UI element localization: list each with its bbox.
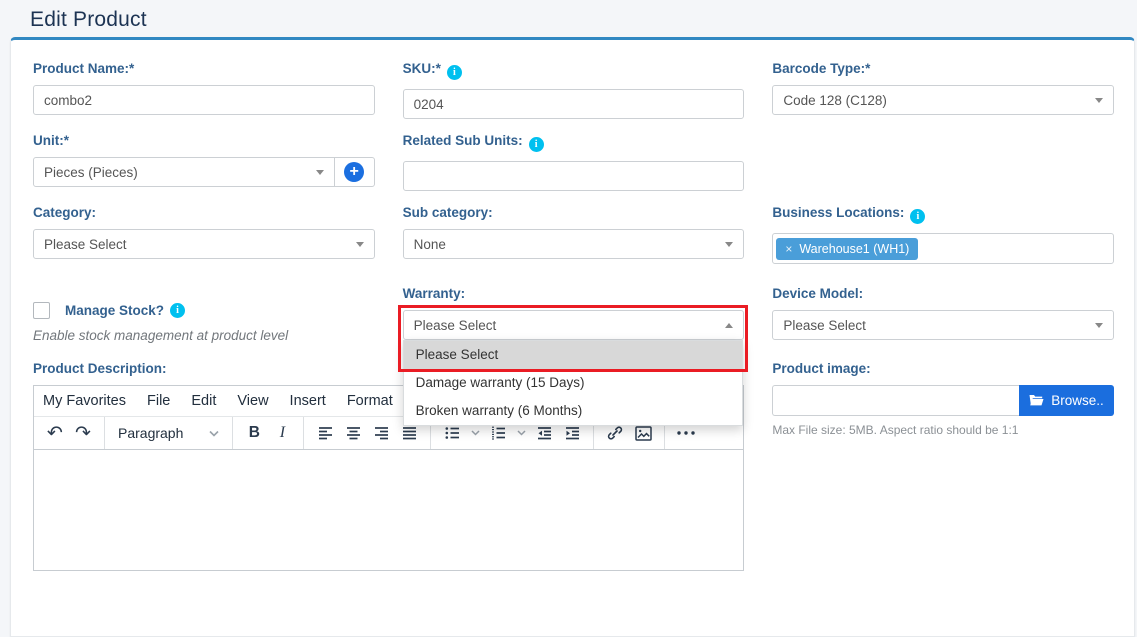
- warranty-field: Warranty: Please Select Please Select Da…: [403, 286, 745, 343]
- info-icon[interactable]: i: [529, 137, 544, 152]
- unit-select[interactable]: Pieces (Pieces): [34, 158, 334, 186]
- warranty-value: Please Select: [414, 318, 497, 333]
- chevron-down-icon: [356, 242, 364, 247]
- product-image-label: Product image:: [772, 361, 1114, 376]
- align-left-icon[interactable]: [313, 421, 337, 445]
- redo-icon[interactable]: ↷: [71, 421, 95, 445]
- align-center-icon[interactable]: [341, 421, 365, 445]
- sub-category-value: None: [414, 237, 446, 252]
- business-locations-multiselect[interactable]: × Warehouse1 (WH1): [772, 233, 1114, 264]
- editor-content-area[interactable]: [34, 450, 743, 570]
- edit-product-card: Product Name:* SKU:* i Barcode Type:* Cod…: [10, 37, 1135, 637]
- browse-button-label: Browse..: [1051, 393, 1104, 408]
- product-image-file-input[interactable]: [772, 385, 1019, 416]
- unit-value: Pieces (Pieces): [44, 165, 138, 180]
- menu-insert[interactable]: Insert: [290, 393, 326, 409]
- device-model-field: Device Model: Please Select: [772, 286, 1114, 343]
- chevron-down-icon: [1095, 98, 1103, 103]
- menu-edit[interactable]: Edit: [191, 393, 216, 409]
- page-title: Edit Product: [0, 0, 1137, 32]
- product-name-field: Product Name:*: [33, 61, 375, 119]
- barcode-type-label: Barcode Type:*: [772, 61, 1114, 76]
- barcode-type-value: Code 128 (C128): [783, 93, 887, 108]
- related-sub-units-input[interactable]: [403, 161, 745, 191]
- business-locations-label: Business Locations:: [772, 205, 904, 220]
- info-icon[interactable]: i: [447, 65, 462, 80]
- folder-open-icon: [1029, 394, 1044, 407]
- menu-my-favorites[interactable]: My Favorites: [43, 393, 126, 409]
- location-tag-label: Warehouse1 (WH1): [799, 242, 909, 256]
- unit-field: Unit:* Pieces (Pieces) +: [33, 133, 375, 191]
- manage-stock-checkbox[interactable]: [33, 302, 50, 319]
- chevron-up-icon: [725, 323, 733, 328]
- chevron-down-icon: [725, 242, 733, 247]
- sku-label: SKU:*: [403, 61, 441, 76]
- product-image-field: Product image: Browse.. Max File size: 5…: [772, 361, 1114, 571]
- related-sub-units-field: Related Sub Units: i: [403, 133, 745, 191]
- related-sub-units-label: Related Sub Units:: [403, 133, 523, 148]
- warranty-option-broken[interactable]: Broken warranty (6 Months): [404, 397, 743, 425]
- unit-label: Unit:*: [33, 133, 375, 148]
- chevron-down-icon: [1095, 323, 1103, 328]
- manage-stock-field: Manage Stock? i Enable stock management …: [33, 286, 375, 343]
- remove-tag-icon[interactable]: ×: [785, 242, 792, 256]
- info-icon[interactable]: i: [170, 303, 185, 318]
- chevron-down-icon: [316, 170, 324, 175]
- device-model-select[interactable]: Please Select: [772, 310, 1114, 340]
- menu-view[interactable]: View: [237, 393, 268, 409]
- product-name-input-text[interactable]: [44, 93, 364, 108]
- barcode-type-select[interactable]: Code 128 (C128): [772, 85, 1114, 115]
- business-locations-field: Business Locations: i × Warehouse1 (WH1): [772, 205, 1114, 264]
- warranty-select[interactable]: Please Select: [403, 310, 745, 340]
- menu-file[interactable]: File: [147, 393, 170, 409]
- category-field: Category: Please Select: [33, 205, 375, 264]
- product-name-label: Product Name:*: [33, 61, 375, 76]
- warranty-dropdown-menu: Please Select Damage warranty (15 Days) …: [403, 340, 744, 426]
- menu-format[interactable]: Format: [347, 393, 393, 409]
- manage-stock-label: Manage Stock?: [65, 303, 164, 318]
- warranty-label: Warranty:: [403, 286, 745, 301]
- product-image-help: Max File size: 5MB. Aspect ratio should …: [772, 423, 1114, 437]
- category-label: Category:: [33, 205, 375, 220]
- paragraph-style-dropdown[interactable]: Paragraph: [112, 425, 225, 441]
- category-value: Please Select: [44, 237, 127, 252]
- sku-input[interactable]: [403, 89, 745, 119]
- barcode-type-field: Barcode Type:* Code 128 (C128): [772, 61, 1114, 119]
- device-model-label: Device Model:: [772, 286, 1114, 301]
- undo-icon[interactable]: ↶: [43, 421, 67, 445]
- device-model-value: Please Select: [783, 318, 866, 333]
- add-unit-button[interactable]: +: [334, 158, 374, 186]
- chevron-down-icon: [209, 430, 219, 437]
- category-select[interactable]: Please Select: [33, 229, 375, 259]
- sku-input-text[interactable]: [414, 97, 734, 112]
- related-sub-units-input-text[interactable]: [414, 169, 734, 184]
- sku-field: SKU:* i: [403, 61, 745, 119]
- product-name-input[interactable]: [33, 85, 375, 115]
- plus-icon: +: [344, 162, 364, 182]
- sub-category-field: Sub category: None: [403, 205, 745, 264]
- warranty-option-damage[interactable]: Damage warranty (15 Days): [404, 369, 743, 397]
- manage-stock-help: Enable stock management at product level: [33, 328, 375, 343]
- warranty-option-please-select[interactable]: Please Select: [404, 341, 743, 369]
- sub-category-select[interactable]: None: [403, 229, 745, 259]
- align-right-icon[interactable]: [369, 421, 393, 445]
- sub-category-label: Sub category:: [403, 205, 745, 220]
- italic-icon[interactable]: I: [270, 421, 294, 445]
- paragraph-style-value: Paragraph: [118, 425, 183, 441]
- info-icon[interactable]: i: [910, 209, 925, 224]
- spacer: [772, 133, 1114, 191]
- bold-icon[interactable]: B: [242, 421, 266, 445]
- browse-button[interactable]: Browse..: [1019, 385, 1114, 416]
- location-tag: × Warehouse1 (WH1): [776, 238, 918, 260]
